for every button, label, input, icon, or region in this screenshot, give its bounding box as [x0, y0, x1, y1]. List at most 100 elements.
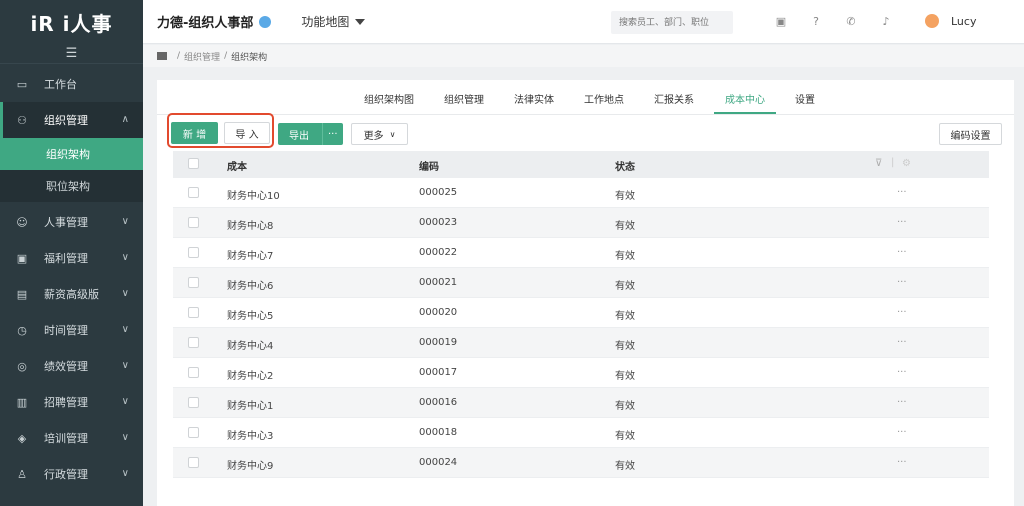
sidebar-item-label: 时间管理: [44, 324, 88, 337]
active-tab-indicator: [714, 112, 776, 114]
cell-cost: 财务中心2: [227, 371, 274, 382]
table-row[interactable]: 财务中心6 000021 有效 ···: [173, 268, 989, 298]
video-icon[interactable]: ▣: [775, 15, 787, 28]
tab-bar: 组织架构图 组织管理 法律实体 工作地点 汇报关系 成本中心 设置: [157, 80, 1014, 115]
more-dropdown[interactable]: 更多 ∨: [351, 123, 408, 145]
table-row[interactable]: 财务中心7 000022 有效 ···: [173, 238, 989, 268]
table-row[interactable]: 财务中心9 000024 有效 ···: [173, 448, 989, 478]
cell-status: 有效: [615, 371, 635, 382]
import-button[interactable]: 导 入: [224, 122, 270, 144]
row-more-icon[interactable]: ···: [897, 367, 907, 378]
sidebar-item-label: 福利管理: [44, 252, 88, 265]
row-more-icon[interactable]: ···: [897, 307, 907, 318]
row-more-icon[interactable]: ···: [897, 277, 907, 288]
sidebar-item-hr[interactable]: ☺ 人事管理 ∨: [0, 204, 143, 240]
export-button[interactable]: 导出 ···: [278, 123, 343, 145]
row-checkbox[interactable]: [188, 217, 199, 228]
cell-cost: 财务中心3: [227, 431, 274, 442]
tab-org-chart[interactable]: 组织架构图: [364, 91, 414, 106]
column-header-code[interactable]: 编码: [419, 158, 439, 173]
sidebar-subitem-position[interactable]: 职位架构: [0, 170, 143, 202]
row-checkbox[interactable]: [188, 187, 199, 198]
row-checkbox[interactable]: [188, 457, 199, 468]
cell-cost: 财务中心10: [227, 191, 280, 202]
row-more-icon[interactable]: ···: [897, 427, 907, 438]
row-checkbox[interactable]: [188, 397, 199, 408]
row-more-icon[interactable]: ···: [897, 247, 907, 258]
home-icon[interactable]: [157, 52, 167, 60]
sidebar-item-label: 人事管理: [44, 216, 88, 229]
tab-cost-center[interactable]: 成本中心: [725, 91, 765, 106]
breadcrumb-org[interactable]: 组织管理: [184, 50, 220, 63]
row-checkbox[interactable]: [188, 367, 199, 378]
help-icon[interactable]: ?: [810, 15, 822, 28]
row-more-icon[interactable]: ···: [897, 337, 907, 348]
sidebar-item-recruit[interactable]: ▥ 招聘管理 ∨: [0, 384, 143, 420]
cell-status: 有效: [615, 221, 635, 232]
sidebar-item-welfare[interactable]: ▣ 福利管理 ∨: [0, 240, 143, 276]
row-more-icon[interactable]: ···: [897, 397, 907, 408]
cell-cost: 财务中心1: [227, 401, 274, 412]
table-row[interactable]: 财务中心8 000023 有效 ···: [173, 208, 989, 238]
sidebar-item-training[interactable]: ◈ 培训管理 ∨: [0, 420, 143, 456]
row-more-icon[interactable]: ···: [897, 217, 907, 228]
sidebar-item-performance[interactable]: ◎ 绩效管理 ∨: [0, 348, 143, 384]
bell-icon[interactable]: ♪: [880, 15, 892, 28]
chevron-down-icon: ∨: [121, 468, 129, 479]
chevron-down-icon: ∨: [121, 252, 129, 263]
sidebar-item-workbench[interactable]: ▭ 工作台: [0, 66, 143, 102]
sidebar-item-time[interactable]: ◷ 时间管理 ∨: [0, 312, 143, 348]
column-header-cost[interactable]: 成本: [227, 158, 247, 173]
phone-icon[interactable]: ✆: [845, 15, 857, 28]
row-checkbox[interactable]: [188, 307, 199, 318]
cell-cost: 财务中心7: [227, 251, 274, 262]
add-button[interactable]: 新 增: [171, 122, 218, 144]
avatar[interactable]: [925, 14, 939, 28]
settings-icon[interactable]: ⚙: [902, 158, 911, 169]
cell-code: 000021: [419, 277, 458, 288]
cell-cost: 财务中心4: [227, 341, 274, 352]
function-map-menu[interactable]: 功能地图: [301, 13, 366, 30]
row-checkbox[interactable]: [188, 277, 199, 288]
table-row[interactable]: 财务中心2 000017 有效 ···: [173, 358, 989, 388]
row-checkbox[interactable]: [188, 247, 199, 258]
sidebar-subitem-org-chart[interactable]: 组织架构: [0, 138, 143, 170]
main-card: 组织架构图 组织管理 法律实体 工作地点 汇报关系 成本中心 设置 新 增 导 …: [157, 80, 1014, 506]
table-row[interactable]: 财务中心4 000019 有效 ···: [173, 328, 989, 358]
row-more-icon[interactable]: ···: [897, 457, 907, 468]
gear-icon[interactable]: [259, 15, 272, 28]
cell-code: 000016: [419, 397, 458, 408]
cell-code: 000018: [419, 427, 458, 438]
table-row[interactable]: 财务中心5 000020 有效 ···: [173, 298, 989, 328]
column-header-status[interactable]: 状态: [615, 158, 635, 173]
chevron-down-icon: ∨: [389, 129, 396, 139]
wallet-icon: ▤: [16, 287, 28, 301]
filter-icon[interactable]: ⊽: [875, 158, 882, 169]
export-more-icon[interactable]: ···: [328, 129, 338, 140]
company-switcher[interactable]: 力德-组织人事部: [157, 12, 272, 31]
search-input[interactable]: [611, 11, 733, 34]
sidebar-item-salary[interactable]: ▤ 薪资高级版 ∨: [0, 276, 143, 312]
menu-icon[interactable]: ☰: [0, 44, 143, 64]
code-settings-button[interactable]: 编码设置: [939, 123, 1002, 145]
table-row[interactable]: 财务中心10 000025 有效 ···: [173, 178, 989, 208]
user-name[interactable]: Lucy: [951, 15, 976, 28]
sidebar-item-org[interactable]: ⚇ 组织管理 ∧: [0, 102, 143, 138]
sidebar-item-label: 培训管理: [44, 432, 88, 445]
table-row[interactable]: 财务中心1 000016 有效 ···: [173, 388, 989, 418]
select-all-checkbox[interactable]: [188, 158, 199, 169]
tab-legal-entity[interactable]: 法律实体: [514, 91, 554, 106]
chevron-up-icon: ∧: [121, 114, 129, 125]
table-header: 成本 编码 状态 ⊽ | ⚙: [173, 151, 989, 178]
tab-settings[interactable]: 设置: [795, 91, 815, 106]
table-row[interactable]: 财务中心3 000018 有效 ···: [173, 418, 989, 448]
cell-cost: 财务中心5: [227, 311, 274, 322]
tab-reporting[interactable]: 汇报关系: [654, 91, 694, 106]
tab-org-manage[interactable]: 组织管理: [444, 91, 484, 106]
row-checkbox[interactable]: [188, 427, 199, 438]
sidebar-item-admin[interactable]: ♙ 行政管理 ∨: [0, 456, 143, 492]
tab-work-location[interactable]: 工作地点: [584, 91, 624, 106]
brand-logo[interactable]: iR i人事: [0, 0, 143, 44]
row-checkbox[interactable]: [188, 337, 199, 348]
row-more-icon[interactable]: ···: [897, 187, 907, 198]
